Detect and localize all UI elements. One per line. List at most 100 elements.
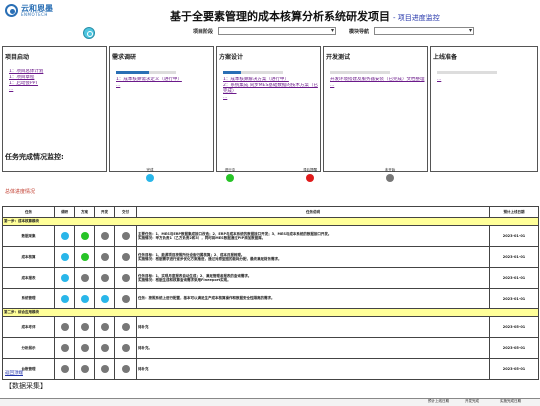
legend-label: 完成	[146, 168, 154, 172]
go-live-date: 2023-01-01	[489, 246, 539, 268]
legend-item-in-progress: 进行中	[215, 168, 245, 182]
status-dot-icon	[100, 294, 109, 303]
task-table: 任务 调研 方案 开发 交付 任务说明 预计上线日期 第一步：成本核算模块 数据…	[2, 206, 539, 380]
overall-progress-heading: 总体进度情况	[5, 189, 36, 195]
phase-link[interactable]: 开发环境搭建及服务器安装（已完成）文档整理	[330, 77, 425, 83]
col-header: 预计上线日期	[489, 206, 539, 218]
status-dot-icon	[80, 365, 89, 373]
legend-item-complete: 完成	[135, 168, 165, 182]
project-stage-label: 项目阶段	[193, 29, 214, 35]
go-live-date: 2023-05-01	[489, 337, 539, 359]
page-title: 基于全要素管理的成本核算分析系统研发项目 - 项目进度监控	[170, 8, 440, 24]
status-dot-icon	[100, 274, 109, 282]
module-nav-select[interactable]	[374, 27, 474, 35]
phase-card-4: 开发测试 开发环境搭建及服务器安装（已完成）文档整理 ...	[323, 46, 428, 172]
phase-progress-fill	[116, 71, 149, 74]
table-header-row: 任务 调研 方案 开发 交付 任务说明 预计上线日期	[2, 206, 539, 218]
legend-label: 进行中	[224, 168, 236, 172]
status-dot-icon	[60, 294, 69, 303]
status-dot-icon	[60, 344, 69, 352]
legend-item-delayed: 滞后提醒	[295, 168, 325, 182]
legend-label: 未开始	[384, 168, 396, 172]
phase-link[interactable]: ...	[330, 83, 425, 89]
task-name[interactable]: 分析展示	[2, 337, 55, 359]
task-description: 待补充	[136, 358, 490, 380]
phase-title: 方案设计	[219, 54, 244, 61]
status-dot-icon	[80, 232, 89, 240]
status-dot-icon	[60, 274, 69, 282]
table-row: 系统管理 任务：按照系统上进行配置，基本可以满足生产成本核算操作和数据安全性隔离…	[2, 288, 539, 309]
status-dot-icon	[100, 232, 109, 240]
desc-line: 实施情况：根据生成和核算查询需求采用Fineeport实现。	[138, 278, 231, 282]
task-name[interactable]: 数据采集	[2, 225, 55, 247]
legend-item-not-started: 未开始	[375, 168, 405, 182]
status-dot-icon	[80, 274, 89, 282]
status-dot-icon	[121, 344, 130, 352]
status-dot-icon	[121, 232, 130, 240]
phase-link[interactable]: ...	[223, 95, 318, 101]
task-name[interactable]: 系统管理	[2, 288, 55, 309]
status-dot-icon	[146, 174, 154, 182]
go-live-date: 2023-01-01	[489, 267, 539, 289]
phase-link[interactable]: ...	[116, 83, 211, 89]
logo-icon	[5, 4, 18, 17]
col-header: 调研	[54, 206, 75, 218]
phase-link[interactable]: ...	[9, 87, 104, 93]
status-dot-icon	[60, 232, 69, 240]
go-live-date: 2023-05-01	[489, 358, 539, 380]
group-row: 第一步：成本核算模块	[2, 217, 539, 226]
status-dot-icon	[80, 323, 89, 331]
go-live-date: 2023-01-01	[489, 288, 539, 309]
go-live-date: 2023-01-01	[489, 225, 539, 247]
page-title-text: 基于全要素管理的成本核算分析系统研发项目	[170, 10, 390, 23]
phase-progress-bar	[116, 71, 176, 74]
task-name[interactable]: 成本考评	[2, 316, 55, 338]
col-header: 交付	[114, 206, 137, 218]
table-row: 分析展示 待补充。 2023-05-01	[2, 337, 539, 359]
phase-progress-bar	[223, 71, 283, 74]
col-header: 实施完成日期	[500, 399, 521, 403]
group-title: 第一步：成本核算模块	[2, 217, 539, 226]
status-dot-icon	[121, 323, 130, 331]
task-description: 任务：按照系统上进行配置，基本可以满足生产成本核算操作和数据安全性隔离的需求。	[136, 288, 490, 309]
group-row: 第二步：综合应用模块	[2, 308, 539, 317]
status-dot-icon	[226, 174, 234, 182]
status-dot-icon	[121, 274, 130, 282]
status-dot-icon	[386, 174, 394, 182]
refresh-icon[interactable]	[83, 27, 95, 39]
status-dot-icon	[60, 323, 69, 331]
col-header: 方案	[74, 206, 95, 218]
col-header: 任务	[2, 206, 55, 218]
table-row: 台账管理 待补充 2023-05-01	[2, 358, 539, 380]
task-name[interactable]: 成本报表	[2, 267, 55, 289]
col-header: 开发	[94, 206, 115, 218]
col-header: 开发完成	[465, 399, 479, 403]
status-dot-icon	[100, 253, 109, 261]
task-name[interactable]: 成本核算	[2, 246, 55, 268]
desc-line: 实施情况：甲方负责1（乙方负责2和3），同时将MES数据通过PIP添加数据库。	[138, 236, 266, 240]
status-dot-icon	[100, 323, 109, 331]
status-dot-icon	[60, 253, 69, 261]
group-title: 第二步：综合应用模块	[2, 308, 539, 317]
phase-progress-fill	[223, 71, 241, 74]
phase-title: 上线准备	[433, 54, 458, 61]
page-subtitle[interactable]: - 项目进度监控	[393, 14, 440, 22]
task-name[interactable]: 台账管理	[2, 358, 55, 380]
go-live-date: 2023-05-01	[489, 316, 539, 338]
project-stage-select[interactable]	[218, 27, 336, 35]
phase-title: 开发测试	[326, 54, 351, 61]
phase-title: 需求调研	[112, 54, 137, 61]
status-dot-icon	[60, 365, 69, 373]
data-collection-heading: 【数据采集】	[5, 382, 47, 390]
desc-line: 实施情况：根据需求进行逐步优化方案推进，通过对原型图的能耗分配，最终满足财务需求…	[138, 257, 282, 261]
status-dot-icon	[80, 294, 89, 303]
phase-link[interactable]: 2：系统集成 同步MES基础数据的技术方案（已完成）	[223, 83, 318, 95]
legend-label: 滞后提醒	[303, 168, 317, 172]
back-to-top-link[interactable]: 返回顶端	[5, 370, 23, 376]
phase-card-5: 上线准备 ...	[430, 46, 538, 172]
status-dot-icon	[121, 365, 130, 373]
task-description: 待补充	[136, 316, 490, 338]
phase-link[interactable]: ...	[437, 77, 535, 83]
table-row: 成本核算 任务目标：1、能源项目按照所处设备归属核算；2、成本月报梳理。 实施情况…	[2, 246, 539, 268]
desc-line: 任务：按照系统上进行配置，基本可以满足生产成本核算操作和数据安全性隔离的需求。	[138, 296, 275, 301]
